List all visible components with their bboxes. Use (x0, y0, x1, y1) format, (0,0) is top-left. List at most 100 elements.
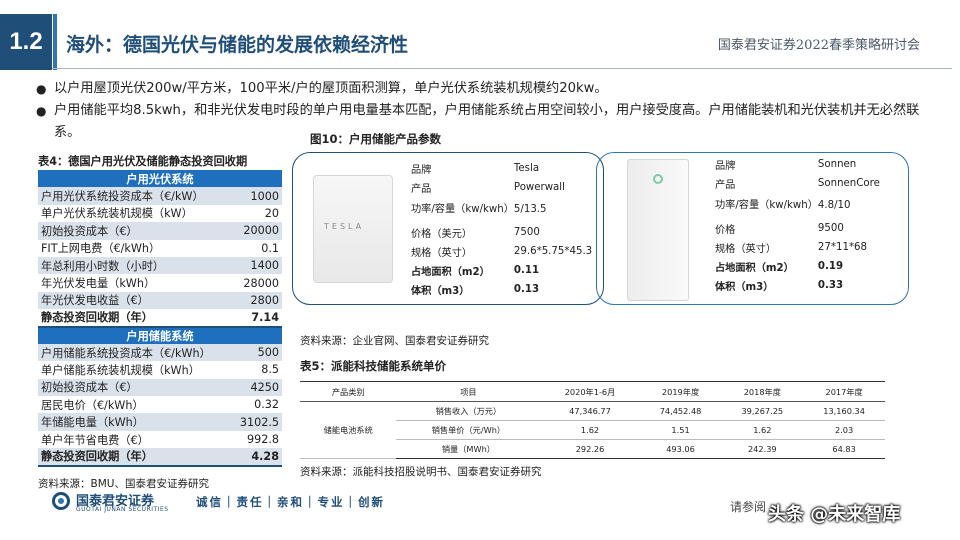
spec-label: 体积（m3） (715, 282, 774, 293)
spec-row: 价格（美元） 7500 (411, 223, 592, 242)
table4-source: 资料来源：BMU、国泰君安证券研究 (38, 478, 209, 490)
spec-row: 规格（英寸） 29.6*5.75*45.3 (411, 242, 592, 261)
spec-row: 功率/容量（kw/kwh） 4.8/10 (715, 193, 880, 219)
row-label: 年光伏发电量（kWh） (41, 277, 156, 291)
bullet-item: ● 以户用屋顶光伏200w/平方米，100平米/户的屋顶面积测算，单户光伏系统装… (36, 78, 936, 100)
spec-value: Sonnen (817, 159, 857, 170)
spec-label: 价格 (715, 225, 736, 236)
row-value: 20000 (232, 222, 282, 240)
value-cell: 2.03 (803, 420, 885, 440)
row-value: 0.1 (261, 241, 279, 255)
table-row: 户用储能系统投资成本（€/kWh） 500 (38, 343, 282, 362)
row-label: 年总利用小时数（小时） (38, 256, 233, 275)
table-row: 户用光伏系统投资成本（€/kW） 1000 (38, 187, 282, 205)
spec-value: 4.8/10 (817, 200, 851, 211)
spec-row: 规格（英寸） 27*11*68 (715, 238, 880, 257)
category-cell: 储能电池系统 (300, 401, 397, 459)
table-row: 单户储能系统装机规模（kWh） 8.5 (38, 361, 282, 378)
value-cell: 242.39 (721, 439, 804, 459)
row-label: 初始投资成本（€） (38, 222, 233, 240)
value-cell: 13,160.34 (803, 401, 885, 421)
table5-title: 表5：派能科技储能系统单价 (300, 359, 447, 373)
item-cell: 销售收入（万元） (396, 401, 541, 421)
row-label: 静态投资回收期（年） (38, 309, 233, 328)
watermark: 头条 @未来智库 (768, 504, 901, 525)
spec-row: 品牌 Sonnen (715, 155, 880, 174)
table5-source: 资料来源：派能科技招股说明书、国泰君安证券研究 (300, 466, 542, 478)
bullet-dot-icon: ● (36, 82, 47, 96)
spec-label: 体积（m3） (411, 286, 470, 297)
row-label: 户用光伏系统投资成本（€/kW） (38, 187, 233, 205)
spec-row: 产品 SonnenCore (715, 174, 880, 193)
sonnencore-image (627, 159, 689, 301)
value-cell: 1.51 (639, 420, 722, 440)
row-value: 1400 (232, 256, 282, 275)
tesla-spec-table: 品牌 Tesla 产品 Powerwall 功率/容量（kw/kwh） 5/13.5 价格（… (411, 159, 592, 299)
row-label: FIT上网电费（€/kWh） (41, 242, 161, 256)
table-row: FIT上网电费（€/kWh） 0.1 (38, 240, 282, 257)
brand-logo-icon (52, 492, 70, 510)
spec-value: 0.33 (817, 280, 844, 291)
section-number: 1.2 (0, 14, 52, 70)
spec-row: 价格 9500 (715, 219, 880, 238)
value-cell: 74,452.48 (639, 401, 722, 421)
bullet-text: 户用储能平均8.5kwh，和非光伏发电时段的单户用电量基本匹配，户用储能系统占用… (54, 103, 920, 140)
row-value: 4250 (232, 378, 282, 397)
spec-label: 占地面积（m2） (715, 263, 794, 274)
brand-name-en: GUOTAI JUNAN SECURITIES (76, 506, 169, 513)
spec-value: 9500 (817, 223, 844, 234)
value-cell: 292.26 (540, 439, 640, 459)
row-value: 4.28 (232, 448, 282, 467)
event-name: 国泰君安证券2022春季策略研讨会 (717, 38, 920, 53)
spec-label: 规格（英寸） (715, 244, 777, 255)
row-value: 20 (264, 206, 279, 220)
row-label: 单户光伏系统装机规模（kW） (41, 207, 193, 221)
table-row: 单户年节省电费（€） 992.8 (38, 431, 282, 448)
table-row: 初始投资成本（€） 4250 (38, 378, 282, 397)
row-label: 单户储能系统装机规模（kWh） (41, 363, 200, 377)
bullet-dot-icon: ● (36, 104, 47, 118)
row-label: 居民电价（€/kWh） (41, 398, 144, 412)
spec-value: SonnenCore (817, 178, 880, 189)
section-header-label: 户用光伏系统 (38, 170, 282, 188)
section-divider (53, 14, 57, 70)
row-value: 1000 (232, 187, 282, 205)
spec-row: 占地面积（m2） 0.19 (715, 257, 880, 276)
value-cell: 493.06 (639, 439, 722, 459)
table4-section-header: 户用储能系统 (38, 326, 282, 344)
spec-value: 0.19 (817, 261, 844, 272)
spec-row: 功率/容量（kw/kwh） 5/13.5 (411, 197, 592, 223)
disclaimer: 请参阅 (730, 500, 767, 514)
table-row: 静态投资回收期（年） 7.14 (38, 309, 282, 328)
spec-label: 占地面积（m2） (411, 267, 490, 278)
table-row: 年总利用小时数（小时） 1400 (38, 256, 282, 275)
item-cell: 销量（MWh） (396, 439, 541, 459)
header: 1.2 海外：德国光伏与储能的发展依赖经济性 国泰君安证券2022春季策略研讨会 (0, 0, 960, 70)
spec-label: 规格（英寸） (411, 248, 473, 259)
column-header: 2020年1-6月 (540, 381, 640, 402)
row-label: 年光伏发电收益（€） (38, 291, 233, 310)
table4: 户用光伏系统 户用光伏系统投资成本（€/kW） 1000 单户光伏系统装机规模（kW）… (38, 170, 282, 467)
spec-label: 产品 (411, 184, 432, 195)
powerwall-image: TESLA (313, 175, 393, 283)
row-label: 静态投资回收期（年） (38, 448, 233, 467)
value-cell: 1.62 (721, 420, 804, 440)
value-cell: 39,267.25 (721, 401, 804, 421)
row-label: 初始投资成本（€） (38, 378, 233, 397)
spec-label: 品牌 (411, 165, 432, 176)
spec-value: 0.11 (513, 265, 540, 276)
spec-row: 体积（m3） 0.33 (715, 276, 880, 295)
column-header: 2019年度 (639, 381, 722, 402)
table-row: 居民电价（€/kWh） 0.32 (38, 396, 282, 413)
row-value: 0.32 (254, 398, 279, 412)
row-value: 8.5 (261, 363, 279, 377)
spec-row: 体积（m3） 0.13 (411, 280, 592, 299)
table-row: 初始投资成本（€） 20000 (38, 222, 282, 240)
row-value: 992.8 (246, 433, 279, 447)
table-row: 年光伏发电量（kWh） 28000 (38, 274, 282, 291)
section-header-label: 户用储能系统 (38, 326, 282, 344)
spec-value: Tesla (513, 163, 540, 174)
spec-label: 品牌 (715, 161, 736, 172)
table-row: 年光伏发电收益（€） 2800 (38, 291, 282, 310)
item-cell: 销售单价（元/Wh） (396, 420, 541, 440)
